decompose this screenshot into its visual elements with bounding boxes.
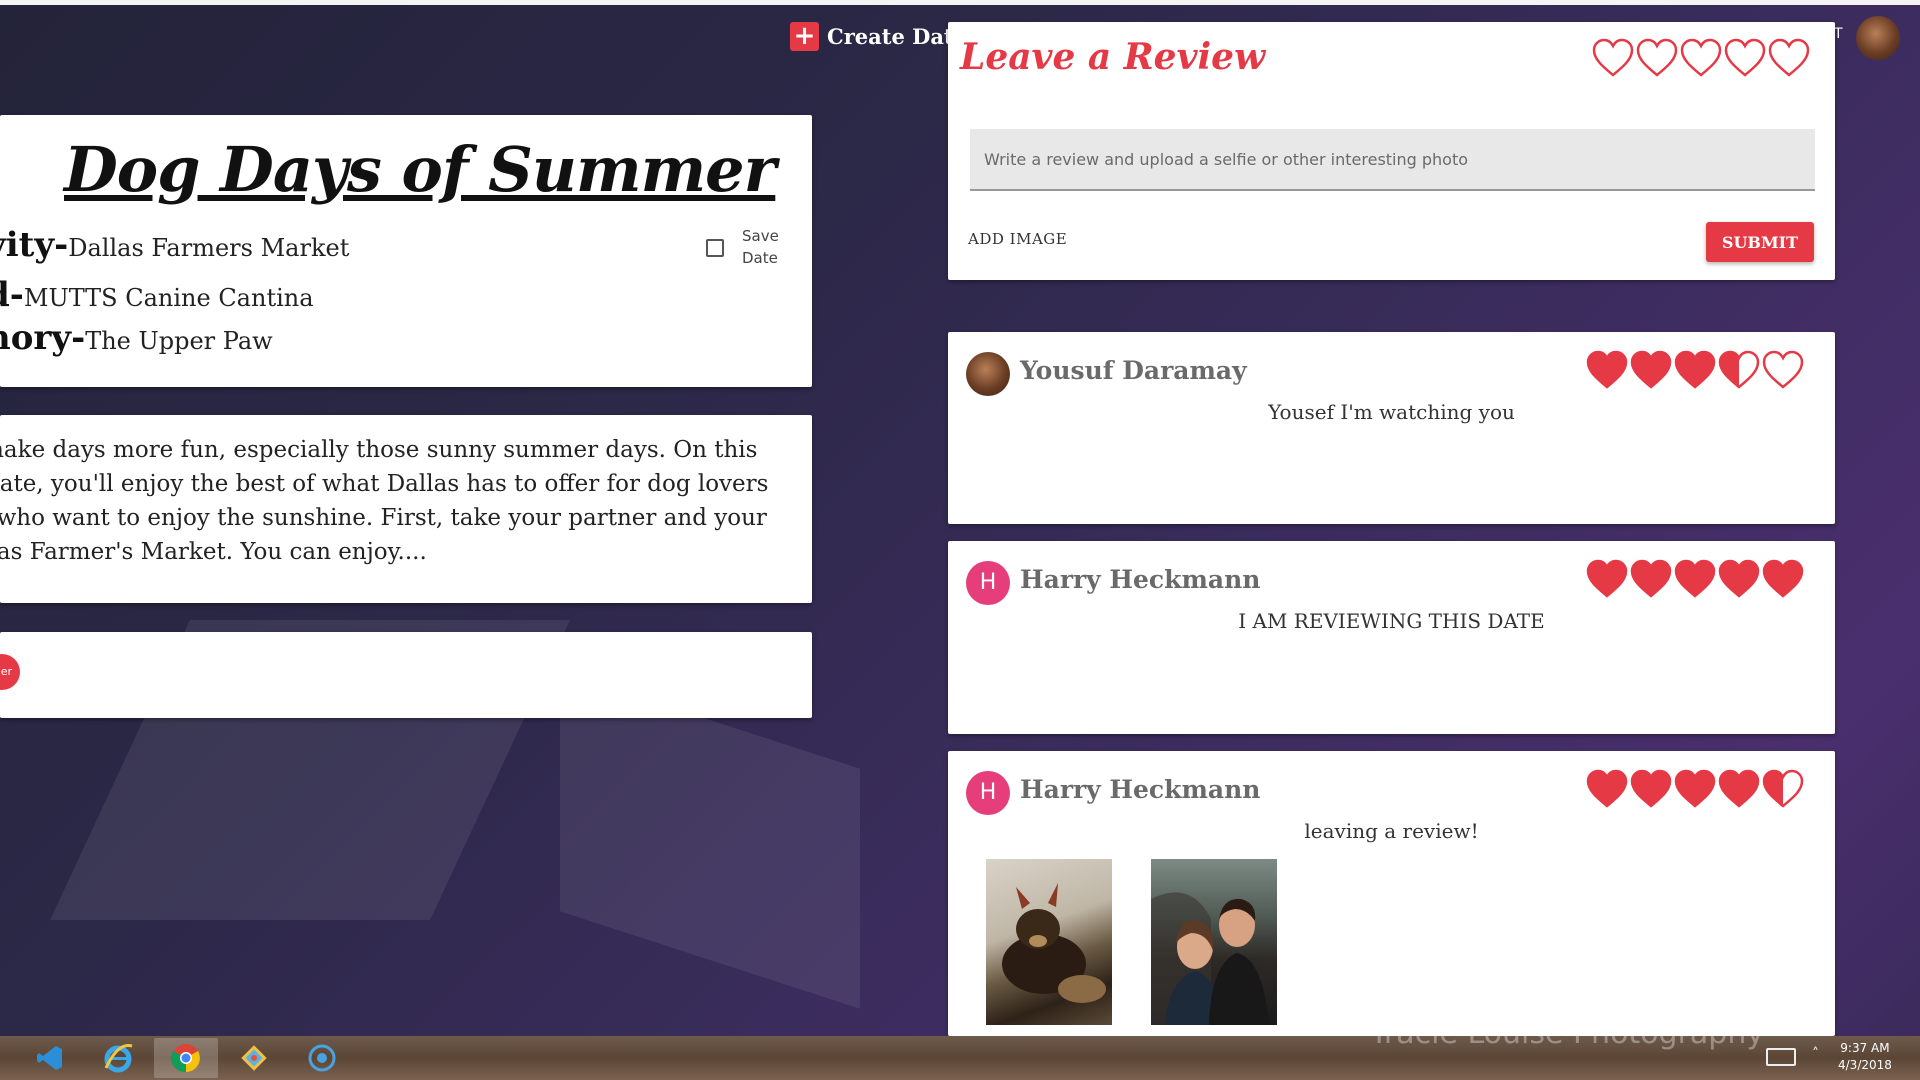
review-rating bbox=[1586, 350, 1804, 390]
date-row-memory: nory-The Upper Paw bbox=[0, 318, 273, 358]
date-description-card: ys make days more fun, especially those … bbox=[0, 415, 812, 603]
review-text: Yousef I'm watching you bbox=[1268, 400, 1515, 424]
tag-chip[interactable]: er bbox=[0, 654, 20, 690]
reviewer-avatar: H bbox=[966, 561, 1010, 605]
heart-icon bbox=[1762, 350, 1804, 389]
review-text: I AM REVIEWING THIS DATE bbox=[1238, 609, 1545, 633]
reviewer-name: Yousuf Daramay bbox=[1020, 356, 1247, 385]
keyboard-icon[interactable] bbox=[1766, 1048, 1796, 1066]
create-date-label: Create Date bbox=[827, 24, 967, 49]
heart-icon bbox=[1674, 350, 1716, 389]
heart-icon bbox=[1718, 350, 1760, 389]
heart-icon bbox=[1586, 559, 1628, 598]
description-line: ose who want to enjoy the sunshine. Firs… bbox=[0, 505, 767, 531]
tray-chevron-up-icon[interactable]: ˄ bbox=[1812, 1046, 1819, 1062]
wallpaper-watermark: Tracie Louise Photography bbox=[1370, 1016, 1765, 1051]
plus-icon: + bbox=[790, 22, 819, 51]
review-card: H Harry Heckmann I AM REVIEWING THIS DAT… bbox=[948, 541, 1835, 734]
date-title: Dog Days of Summer bbox=[64, 133, 776, 206]
heart-icon bbox=[1630, 559, 1672, 598]
heart-icon bbox=[1586, 350, 1628, 389]
row-value: MUTTS Canine Cantina bbox=[23, 284, 314, 312]
row-key: vity- bbox=[0, 225, 69, 265]
row-key: nory- bbox=[0, 318, 86, 358]
nav-item-fragment[interactable]: T bbox=[1834, 26, 1843, 42]
system-clock[interactable]: 9:37 AM 4/3/2018 bbox=[1838, 1040, 1892, 1074]
date-row-activity: vity-Dallas Farmers Market bbox=[0, 225, 349, 265]
app-icon[interactable] bbox=[290, 1038, 354, 1078]
reviewer-name: Harry Heckmann bbox=[1020, 775, 1261, 804]
heart-icon[interactable] bbox=[1724, 38, 1766, 78]
row-value: The Upper Paw bbox=[85, 327, 273, 355]
description-line: Dallas Farmer's Market. You can enjoy...… bbox=[0, 539, 427, 565]
save-date-label: Save Date bbox=[742, 225, 779, 269]
heart-icon bbox=[1762, 769, 1804, 808]
review-photo-dog[interactable] bbox=[986, 859, 1112, 1025]
submit-button[interactable]: SUBMIT bbox=[1706, 222, 1814, 262]
review-photo-couple[interactable] bbox=[1151, 859, 1277, 1025]
leave-review-card: Leave a Review ADD IMAGE SUBMIT bbox=[948, 22, 1835, 280]
user-avatar[interactable] bbox=[1856, 16, 1900, 60]
date-row-food: d-MUTTS Canine Cantina bbox=[0, 275, 314, 315]
description-line: lly date, you'll enjoy the best of what … bbox=[0, 471, 769, 497]
create-date-button[interactable]: + Create Date bbox=[790, 22, 967, 51]
vscode-icon[interactable] bbox=[18, 1038, 82, 1078]
row-key: d- bbox=[0, 275, 24, 315]
review-card: H Harry Heckmann leaving a review! bbox=[948, 751, 1835, 1036]
date-tags-card: er bbox=[0, 632, 812, 718]
ie-icon[interactable] bbox=[86, 1038, 150, 1078]
heart-icon bbox=[1630, 350, 1672, 389]
save-label-line: Date bbox=[742, 249, 778, 267]
date-details-card: Dog Days of Summer vity-Dallas Farmers M… bbox=[0, 115, 812, 387]
window-top-edge bbox=[0, 0, 1920, 5]
heart-icon bbox=[1674, 559, 1716, 598]
heart-icon bbox=[1718, 559, 1760, 598]
reviewer-avatar bbox=[966, 352, 1010, 396]
heart-icon bbox=[1630, 769, 1672, 808]
heart-icon[interactable] bbox=[1680, 38, 1722, 78]
git-icon[interactable] bbox=[222, 1038, 286, 1078]
review-card: Yousuf Daramay Yousef I'm watching you bbox=[948, 332, 1835, 524]
reviewer-name: Harry Heckmann bbox=[1020, 565, 1261, 594]
heart-icon bbox=[1762, 559, 1804, 598]
heart-icon[interactable] bbox=[1768, 38, 1810, 78]
date-description: ys make days more fun, especially those … bbox=[0, 433, 790, 569]
heart-icon bbox=[1718, 769, 1760, 808]
save-label-line: Save bbox=[742, 227, 779, 245]
review-rating bbox=[1586, 559, 1804, 599]
reviewer-avatar: H bbox=[966, 771, 1010, 815]
bg-facet bbox=[560, 671, 860, 1009]
heart-icon[interactable] bbox=[1636, 38, 1678, 78]
review-rating bbox=[1586, 769, 1804, 809]
leave-review-title: Leave a Review bbox=[960, 36, 1266, 78]
rating-input[interactable] bbox=[1592, 38, 1810, 78]
add-image-button[interactable]: ADD IMAGE bbox=[968, 230, 1067, 248]
heart-icon[interactable] bbox=[1592, 38, 1634, 78]
review-text: leaving a review! bbox=[1304, 819, 1479, 843]
heart-icon bbox=[1674, 769, 1716, 808]
description-line: ys make days more fun, especially those … bbox=[0, 437, 758, 463]
row-value: Dallas Farmers Market bbox=[68, 234, 350, 262]
heart-icon bbox=[1586, 769, 1628, 808]
chrome-icon[interactable] bbox=[154, 1038, 218, 1078]
save-date-checkbox[interactable] bbox=[706, 239, 724, 257]
clock-date: 4/3/2018 bbox=[1838, 1058, 1892, 1072]
clock-time: 9:37 AM bbox=[1840, 1041, 1890, 1055]
review-text-input[interactable] bbox=[970, 129, 1815, 191]
